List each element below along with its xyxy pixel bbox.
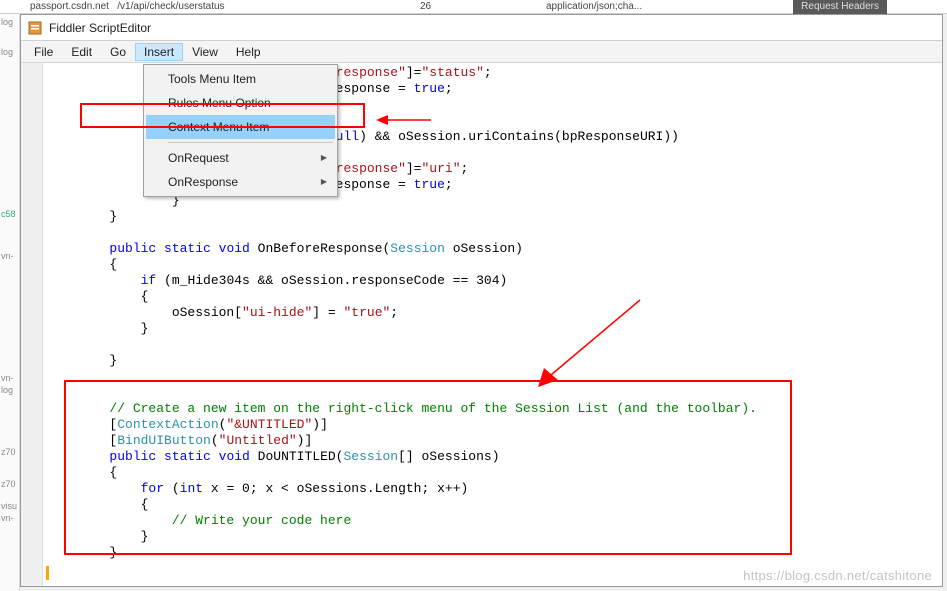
dropdown-item-onrequest[interactable]: OnRequest	[146, 146, 335, 170]
bg-mime: application/json;cha...	[546, 0, 642, 14]
insert-dropdown: Tools Menu Item Rules Menu Option Contex…	[143, 64, 338, 197]
bg-host: passport.csdn.net /v1/api/check/userstat…	[30, 0, 225, 14]
menu-go[interactable]: Go	[101, 43, 135, 61]
bg-num: 26	[420, 0, 431, 14]
dropdown-item-rules[interactable]: Rules Menu Option	[146, 91, 335, 115]
request-headers-tab: Request Headers	[793, 0, 887, 15]
menu-edit[interactable]: Edit	[62, 43, 101, 61]
dropdown-item-tools[interactable]: Tools Menu Item	[146, 67, 335, 91]
editor-gutter	[21, 63, 43, 586]
menu-file[interactable]: File	[25, 43, 62, 61]
menu-view[interactable]: View	[183, 43, 227, 61]
window-title: Fiddler ScriptEditor	[49, 21, 151, 35]
menubar: File Edit Go Insert View Help	[21, 41, 942, 63]
background-row: passport.csdn.net /v1/api/check/userstat…	[0, 0, 947, 14]
menu-insert[interactable]: Insert	[135, 43, 183, 61]
menu-help[interactable]: Help	[227, 43, 270, 61]
left-gutter-partial: log log c58 vn- vn- log z70 z70 visu vn-	[0, 14, 20, 591]
dropdown-separator	[168, 142, 333, 143]
watermark: https://blog.csdn.net/catshitone	[743, 568, 932, 583]
dropdown-item-onresponse[interactable]: OnResponse	[146, 170, 335, 194]
titlebar[interactable]: Fiddler ScriptEditor	[21, 15, 942, 41]
text-caret	[46, 566, 49, 580]
dropdown-item-context[interactable]: Context Menu Item	[146, 115, 335, 139]
app-icon	[27, 20, 43, 36]
script-editor-window: Fiddler ScriptEditor File Edit Go Insert…	[20, 14, 943, 587]
